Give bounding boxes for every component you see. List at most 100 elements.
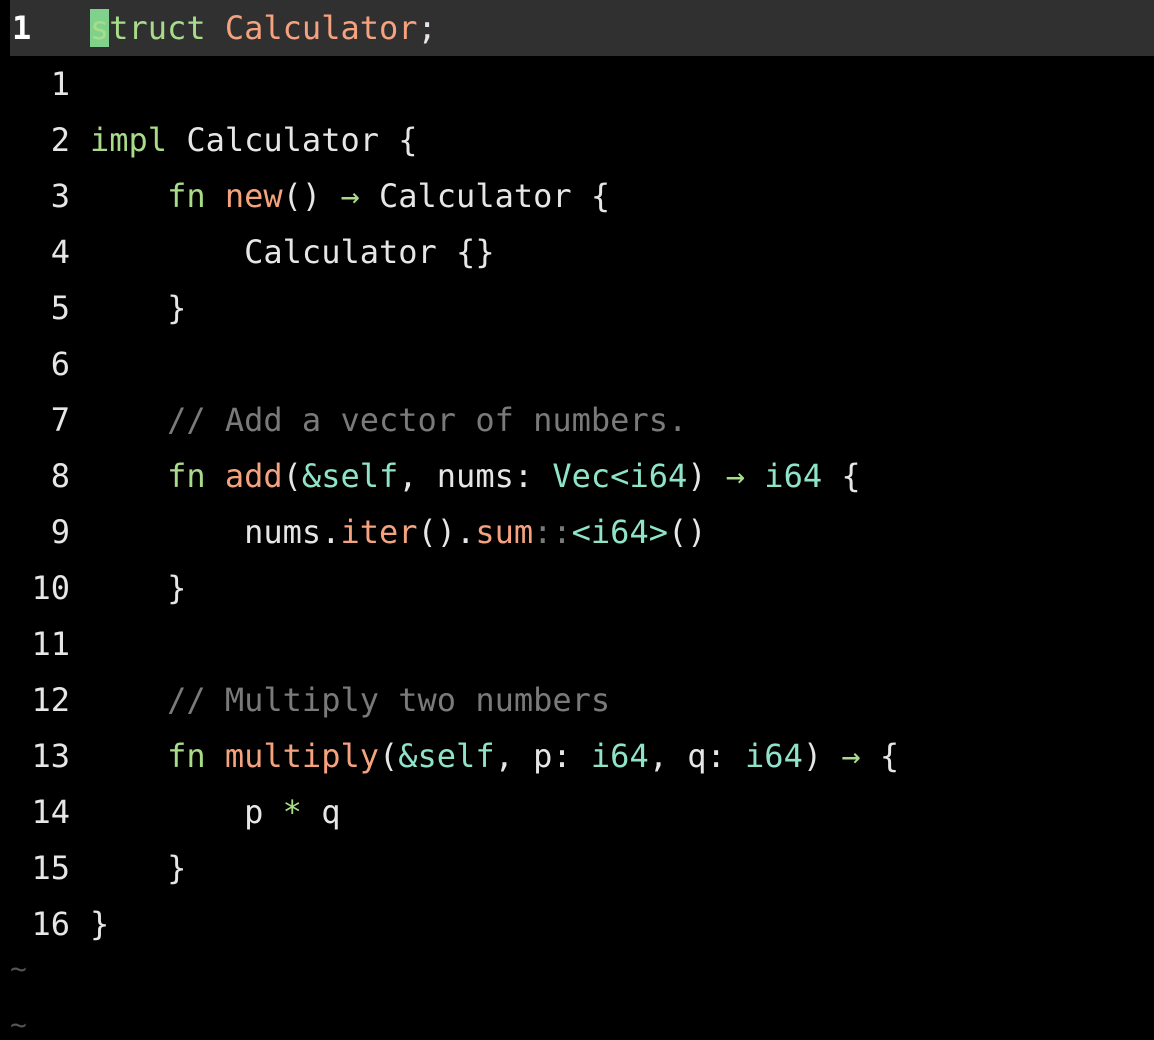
code-token: () [282,177,341,215]
line-code[interactable]: } [90,896,109,952]
code-line[interactable]: 8 fn add(&self, nums: Vec<i64) → i64 { [0,448,1154,504]
line-number: 5 [50,289,70,327]
line-number: 15 [31,849,70,887]
code-line[interactable]: 14 p * q [0,784,1154,840]
code-line[interactable]: 6 [0,336,1154,392]
code-line[interactable]: 13 fn multiply(&self, p: i64, q: i64) → … [0,728,1154,784]
code-token: ; [417,9,437,47]
code-token: :: [533,513,572,551]
code-token: new [224,177,283,215]
code-line[interactable]: 4 Calculator {} [0,224,1154,280]
code-token: i64 [590,737,649,775]
code-token: ( [282,457,302,495]
code-line[interactable]: 9 nums.iter().sum::<i64>() [0,504,1154,560]
code-line[interactable]: 7 // Add a vector of numbers. [0,392,1154,448]
code-token: , p: [494,737,591,775]
code-token: s [90,9,110,47]
code-token: // Add a vector of numbers. [90,401,688,439]
line-code[interactable]: } [90,560,186,616]
code-token: q [301,793,341,831]
code-line[interactable]: 2 impl Calculator { [0,112,1154,168]
code-token: &self [398,737,495,775]
code-token: , q: [648,737,746,775]
code-line[interactable]: 10 } [0,560,1154,616]
code-token: * [282,793,302,831]
code-line[interactable]: 1 [0,56,1154,112]
line-number: 11 [31,625,70,663]
code-token: } [90,569,187,607]
line-number: 16 [31,905,70,943]
code-token: } [90,905,110,943]
code-token: () [667,513,707,551]
code-line[interactable]: 3 fn new() → Calculator { [0,168,1154,224]
code-token: add [224,457,283,495]
code-token: p [90,793,283,831]
code-line[interactable]: 12 // Multiply two numbers [0,672,1154,728]
code-token: → [725,457,746,495]
code-token: impl [90,121,168,159]
line-code[interactable]: } [90,840,186,896]
code-token: iter [340,513,418,551]
code-token: → [340,177,360,215]
code-token: ( [378,737,399,775]
line-number: 13 [31,737,70,775]
code-token: truct [109,9,206,47]
code-token: fn [167,737,206,775]
code-token: ) [687,457,726,495]
code-token: Calculator [224,9,418,47]
code-token: sum [475,513,534,551]
line-code[interactable]: p * q [90,784,340,840]
code-token: Vec<i64 [552,457,688,495]
code-token: fn [167,177,206,215]
code-token: Calculator { [359,177,611,215]
code-line[interactable]: 5 } [0,280,1154,336]
code-token: , nums: [398,457,553,495]
line-code[interactable]: impl Calculator { [90,112,418,168]
line-number: 8 [50,457,70,495]
line-code[interactable]: } [90,280,186,336]
code-token: &self [301,457,399,495]
code-token: Calculator { [167,121,418,159]
empty-line-marker: ~ [10,952,27,985]
line-code[interactable]: fn add(&self, nums: Vec<i64) → i64 { [90,448,861,504]
line-number: 6 [50,345,70,383]
line-code[interactable]: fn new() → Calculator { [90,168,610,224]
code-token: i64 [745,737,803,775]
line-number: 3 [50,177,70,215]
current-line[interactable]: 1 struct Calculator; [10,0,1154,56]
empty-line-marker: ~ [10,1008,27,1040]
code-token: // Multiply two numbers [90,681,611,719]
line-code[interactable]: Calculator {} [90,224,495,280]
line-code[interactable]: // Multiply two numbers [90,672,610,728]
code-line[interactable]: 15 } [0,840,1154,896]
code-token: (). [417,513,476,551]
line-number: 9 [50,513,70,551]
code-editor[interactable]: 1 struct Calculator; 1 2 impl Calculator {… [0,0,1154,1040]
code-line[interactable]: 11 [0,616,1154,672]
code-token: } [90,849,187,887]
current-line-code[interactable]: struct Calculator; [90,0,437,56]
code-token: multiply [224,737,379,775]
code-token: Calculator {} [90,233,495,271]
code-token: } [90,289,187,327]
line-number: 2 [50,121,70,159]
line-code[interactable]: // Add a vector of numbers. [90,392,687,448]
line-number: 14 [31,793,70,831]
line-number: 1 [50,65,70,103]
line-number: 7 [50,401,70,439]
code-token: i64 [764,457,823,495]
line-code[interactable]: nums.iter().sum::<i64>() [90,504,707,560]
line-number: 4 [50,233,70,271]
line-code[interactable]: fn multiply(&self, p: i64, q: i64) → { [90,728,899,784]
line-number: 10 [31,569,70,607]
code-token: ) [802,737,842,775]
code-line[interactable]: 16} [0,896,1154,952]
